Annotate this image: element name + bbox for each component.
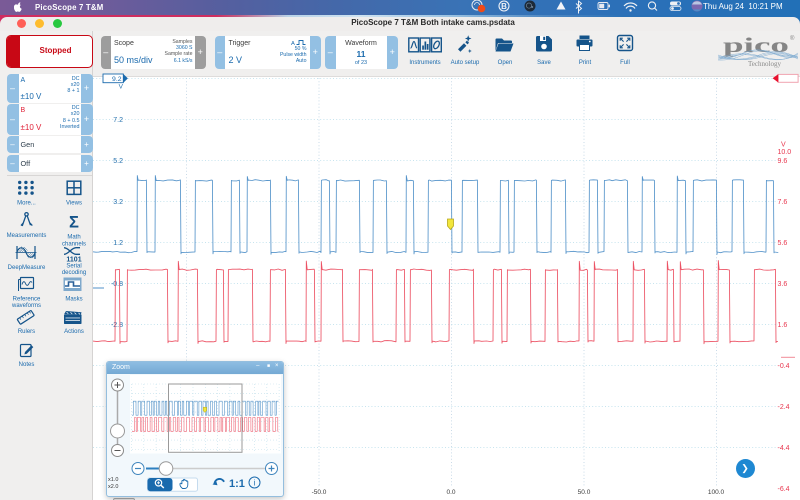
svg-text:9.6: 9.6 <box>778 158 788 165</box>
svg-text:Instruments: Instruments <box>409 60 440 66</box>
svg-text:Reference: Reference <box>13 297 41 303</box>
svg-text:Auto setup: Auto setup <box>451 60 480 66</box>
svg-text:Rulers: Rulers <box>18 329 35 335</box>
svg-text:5.2: 5.2 <box>113 158 123 165</box>
svg-text:®: ® <box>790 35 795 42</box>
svg-text:Math: Math <box>67 235 80 241</box>
svg-text:Save: Save <box>537 60 551 66</box>
svg-text:Masks: Masks <box>65 297 82 303</box>
svg-text:decoding: decoding <box>62 270 86 276</box>
svg-text:5.6: 5.6 <box>778 240 788 247</box>
svg-text:1101: 1101 <box>66 257 81 264</box>
svg-text:9.2: 9.2 <box>112 76 122 83</box>
svg-text:Serial: Serial <box>66 264 81 270</box>
svg-text:Full: Full <box>620 60 630 66</box>
svg-text:A: A <box>291 41 295 46</box>
svg-text:-2.8: -2.8 <box>111 322 123 329</box>
svg-text:Notes: Notes <box>19 362 35 368</box>
svg-text:V: V <box>781 142 786 149</box>
svg-text:DeepMeasure: DeepMeasure <box>8 265 46 271</box>
svg-text:1.6: 1.6 <box>778 322 788 329</box>
svg-text:7.2: 7.2 <box>113 117 123 124</box>
svg-text:Actions: Actions <box>64 329 84 335</box>
svg-text:1.2: 1.2 <box>113 240 123 247</box>
svg-text:Views: Views <box>66 201 82 207</box>
svg-text:-4.4: -4.4 <box>778 445 790 452</box>
svg-text:3.2: 3.2 <box>113 199 123 206</box>
svg-text:Σ: Σ <box>69 214 79 232</box>
svg-text:Open: Open <box>498 60 513 66</box>
svg-text:i: i <box>254 479 256 488</box>
svg-text:V: V <box>119 83 124 90</box>
svg-text:channels: channels <box>62 242 86 248</box>
svg-text:3.6: 3.6 <box>778 281 788 288</box>
svg-text:-0.8: -0.8 <box>111 281 123 288</box>
svg-text:x2.0: x2.0 <box>108 484 118 490</box>
svg-text:-0.4: -0.4 <box>778 363 790 370</box>
svg-text:Measurements: Measurements <box>7 233 47 239</box>
svg-text:-2.4: -2.4 <box>778 404 790 411</box>
svg-text:waveforms: waveforms <box>11 303 41 309</box>
svg-text:1:1: 1:1 <box>229 478 245 490</box>
svg-text:x1.0: x1.0 <box>108 477 118 483</box>
svg-text:More...: More... <box>17 201 36 207</box>
svg-text:7.6: 7.6 <box>778 199 788 206</box>
svg-text:10.0: 10.0 <box>778 149 792 156</box>
svg-text:Print: Print <box>579 60 592 66</box>
svg-text:-6.4: -6.4 <box>778 486 790 493</box>
svg-text:B: B <box>501 2 507 11</box>
